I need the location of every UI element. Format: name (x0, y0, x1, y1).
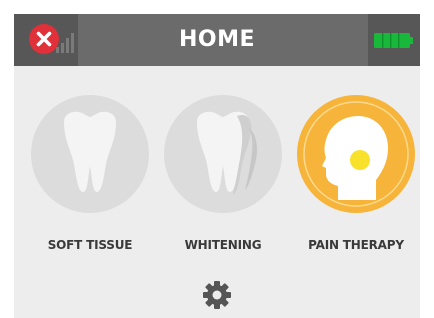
gear-icon[interactable] (202, 280, 232, 310)
device-screen: HOME SOFT TISSUE WHITENING PAIN THERAPY (14, 14, 420, 318)
head-profile-icon (297, 95, 415, 213)
header-bar: HOME (14, 14, 420, 66)
tooth-icon (31, 95, 149, 213)
mode-soft-tissue-button[interactable]: SOFT TISSUE (25, 94, 155, 252)
mode-label: PAIN THERAPY (308, 238, 404, 252)
mode-pain-therapy-button[interactable]: PAIN THERAPY (291, 94, 420, 252)
mode-label: SOFT TISSUE (47, 238, 133, 252)
mode-whitening-button[interactable]: WHITENING (158, 94, 288, 252)
close-button[interactable] (28, 23, 60, 55)
battery-full-icon (374, 33, 413, 48)
mode-label: WHITENING (184, 238, 262, 252)
tooth-whitening-icon (164, 95, 282, 213)
